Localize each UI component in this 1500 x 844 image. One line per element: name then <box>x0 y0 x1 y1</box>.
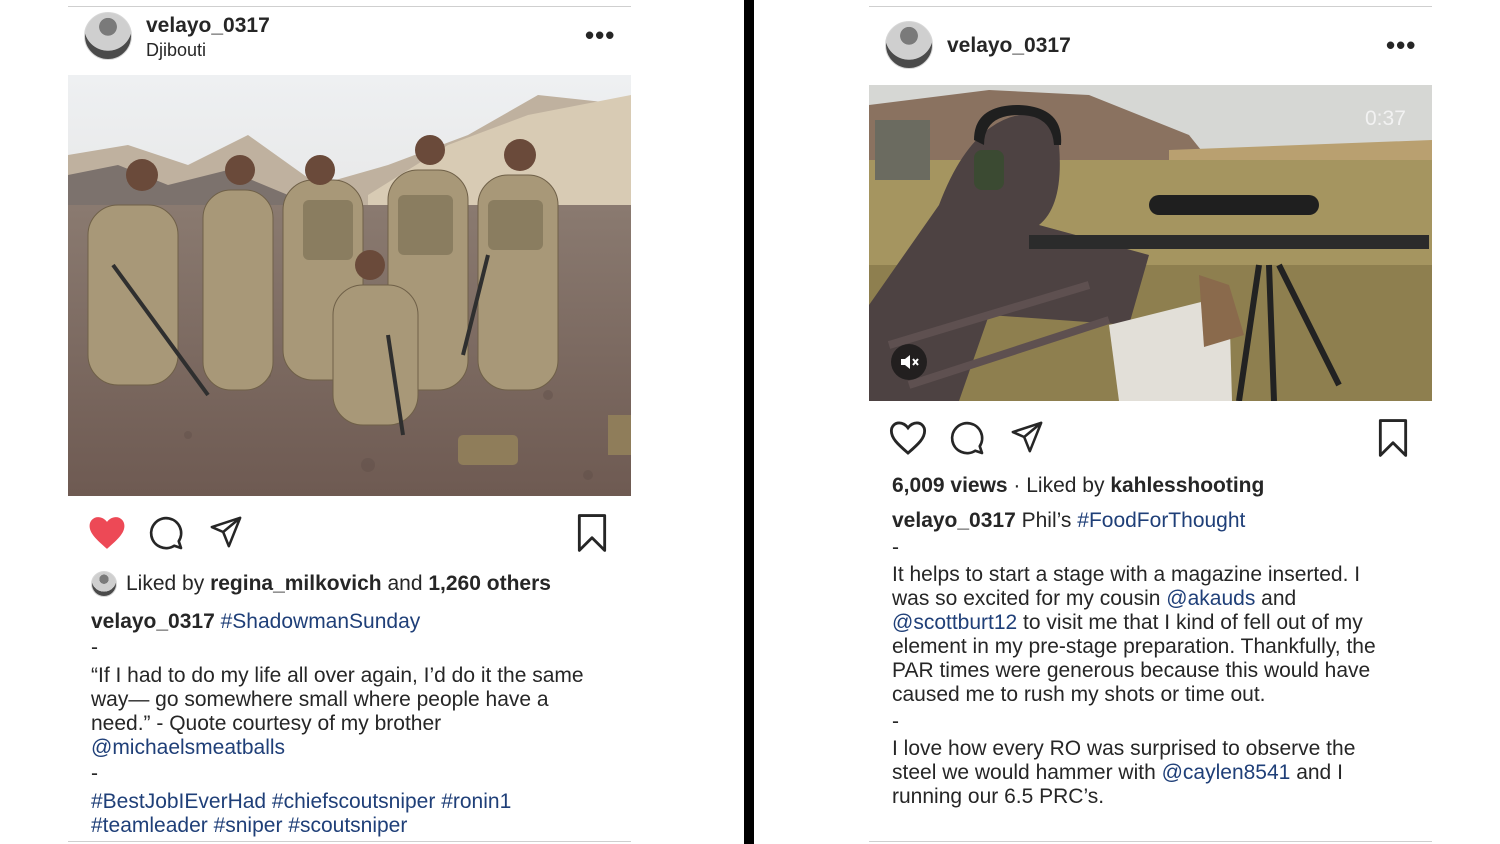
caption-line: steel we would hammer with @caylen8541 a… <box>892 761 1343 785</box>
views-line: 6,009 views · Liked by kahlesshooting <box>892 474 1264 498</box>
liked-user-link[interactable]: regina_milkovich <box>210 572 382 595</box>
caption-text: Phil’s <box>1015 509 1078 532</box>
avatar[interactable] <box>885 21 933 69</box>
top-divider <box>869 6 1432 7</box>
liked-and-label: and <box>381 572 429 595</box>
heart-filled-icon[interactable] <box>88 515 126 551</box>
mute-button[interactable] <box>891 344 927 380</box>
caption-hashtag[interactable]: #ShadowmanSunday <box>221 610 421 633</box>
caption-line: was so excited for my cousin @akauds and <box>892 587 1296 611</box>
share-icon[interactable] <box>208 515 244 549</box>
mention-link[interactable]: @scottburt12 <box>892 611 1017 634</box>
liked-by-label: Liked by <box>126 572 211 595</box>
bottom-divider <box>869 841 1432 842</box>
caption-dash: - <box>892 536 899 559</box>
caption-dash: - <box>892 710 899 733</box>
location[interactable]: Djibouti <box>146 40 206 61</box>
liked-user-link[interactable]: kahlesshooting <box>1110 474 1264 497</box>
quote-line: way— go somewhere small where people hav… <box>91 688 549 711</box>
caption-username[interactable]: velayo_0317 <box>892 509 1016 532</box>
top-divider <box>68 6 631 7</box>
caption: velayo_0317 Phil’s #FoodForThought <box>892 509 1245 533</box>
hashtags-line[interactable]: #teamleader #sniper #scoutsniper <box>91 814 407 838</box>
mention-link[interactable]: @michaelsmeatballs <box>91 736 285 760</box>
username[interactable]: velayo_0317 <box>947 34 1071 58</box>
post-video[interactable]: 0:37 <box>869 85 1432 401</box>
caption-dash: - <box>91 636 98 659</box>
likes-line: Liked by regina_milkovich and 1,260 othe… <box>126 572 551 596</box>
caption-line: caused me to rush my shots or time out. <box>892 683 1266 706</box>
username[interactable]: velayo_0317 <box>146 14 270 38</box>
hashtags-line[interactable]: #BestJobIEverHad #chiefscoutsniper #roni… <box>91 790 511 814</box>
bottom-divider <box>68 841 631 842</box>
caption-line: PAR times were generous because this wou… <box>892 659 1371 682</box>
views-count[interactable]: 6,009 views <box>892 474 1008 497</box>
caption: velayo_0317 #ShadowmanSunday <box>91 610 420 634</box>
quote-line: “If I had to do my life all over again, … <box>91 664 584 687</box>
bookmark-icon[interactable] <box>1376 419 1410 457</box>
more-options-button[interactable]: ••• <box>585 22 615 48</box>
mention-link[interactable]: @akauds <box>1166 587 1255 610</box>
avatar[interactable] <box>84 12 132 60</box>
video-time: 0:37 <box>1365 107 1406 130</box>
panel-divider <box>744 0 754 844</box>
photo-soldiers-desert <box>68 75 631 496</box>
caption-line: @scottburt12 to visit me that I kind of … <box>892 611 1363 635</box>
caption-line: element in my pre-stage preparation. Tha… <box>892 635 1376 658</box>
share-icon[interactable] <box>1009 420 1045 454</box>
mention-link[interactable]: @caylen8541 <box>1162 761 1291 784</box>
caption-text: was so excited for my cousin <box>892 587 1167 610</box>
quote-line: need.” - Quote courtesy of my brother <box>91 712 442 735</box>
caption-line: It helps to start a stage with a magazin… <box>892 563 1361 586</box>
bookmark-icon[interactable] <box>575 514 609 552</box>
left-post: velayo_0317 Djibouti ••• Liked by regina… <box>68 0 631 844</box>
comment-icon[interactable] <box>148 515 184 551</box>
right-post: velayo_0317 ••• 0:37 6,009 views · Liked… <box>869 0 1432 844</box>
caption-text: and <box>1255 587 1297 610</box>
liked-others-link[interactable]: 1,260 others <box>428 572 551 595</box>
caption-text: to visit me that I kind of fell out of m… <box>1017 611 1363 634</box>
comment-icon[interactable] <box>949 420 985 456</box>
caption-line: I love how every RO was surprised to obs… <box>892 737 1356 760</box>
caption-line: running our 6.5 PRC’s. <box>892 785 1105 808</box>
more-options-button[interactable]: ••• <box>1386 32 1416 58</box>
caption-dash: - <box>91 762 98 785</box>
liker-avatar[interactable] <box>91 571 117 597</box>
video-rifle-shooter <box>869 85 1432 401</box>
heart-outline-icon[interactable] <box>889 420 927 456</box>
liked-by-label: · Liked by <box>1007 474 1111 497</box>
mute-icon <box>901 355 919 369</box>
post-photo[interactable] <box>68 75 631 496</box>
caption-hashtag[interactable]: #FoodForThought <box>1077 509 1245 532</box>
caption-text: and I <box>1290 761 1343 784</box>
caption-text: steel we would hammer with <box>892 761 1162 784</box>
caption-username[interactable]: velayo_0317 <box>91 610 215 633</box>
